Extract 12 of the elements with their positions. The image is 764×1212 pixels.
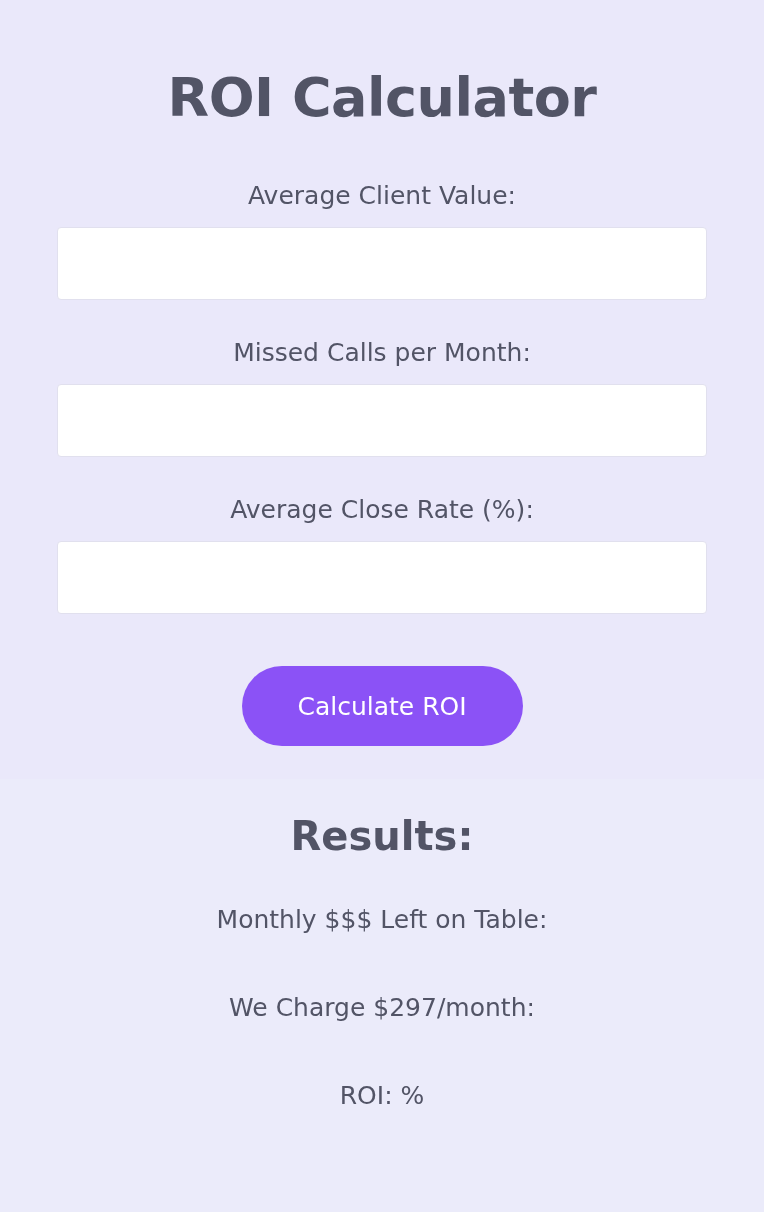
calculate-button[interactable]: Calculate ROI <box>241 666 523 746</box>
field-label: Average Close Rate (%): <box>230 494 534 526</box>
input-field[interactable] <box>57 541 707 614</box>
results-heading: Results: <box>290 812 474 861</box>
input-field[interactable] <box>57 227 707 300</box>
input-field[interactable] <box>57 384 707 457</box>
field-label: Average Client Value: <box>248 180 516 212</box>
page-title: ROI Calculator <box>166 65 598 131</box>
result-line: Monthly $$$ Left on Table: <box>216 904 548 936</box>
result-line: We Charge $297/month: <box>229 992 535 1024</box>
field-label: Missed Calls per Month: <box>233 337 531 369</box>
result-line: ROI: % <box>339 1080 425 1112</box>
